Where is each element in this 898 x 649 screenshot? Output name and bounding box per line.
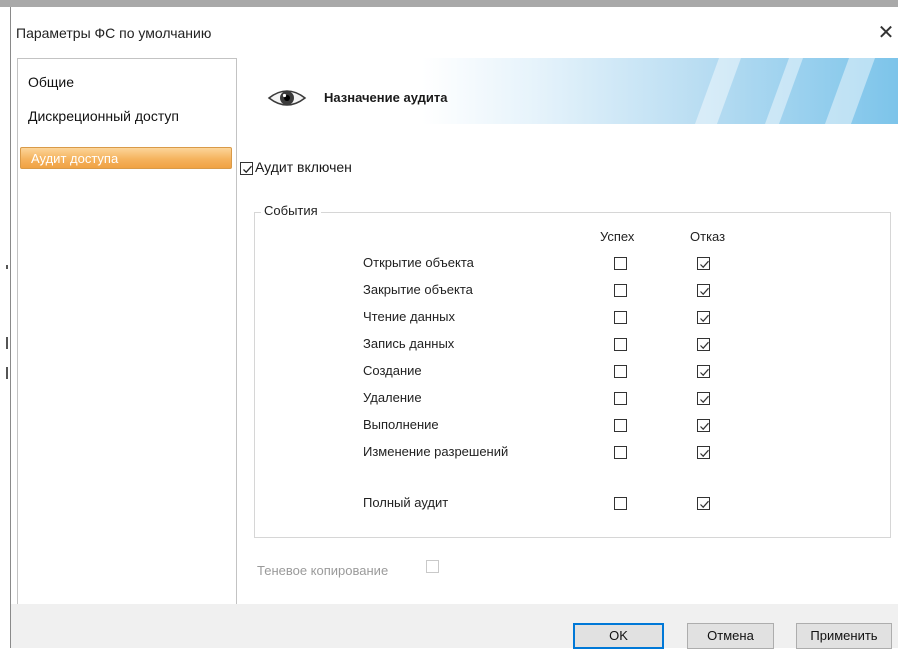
dialog-window: Параметры ФС по умолчанию ✕ Общие Дискре… bbox=[10, 7, 898, 649]
event-failure-checkbox[interactable] bbox=[697, 365, 710, 378]
event-success-checkbox[interactable] bbox=[614, 392, 627, 405]
background-window-edge bbox=[0, 7, 10, 648]
event-success-checkbox[interactable] bbox=[614, 311, 627, 324]
events-group bbox=[254, 212, 891, 538]
sidebar-item-label: Аудит доступа bbox=[31, 151, 119, 166]
event-failure-checkbox[interactable] bbox=[697, 446, 710, 459]
sidebar-item-access-audit[interactable]: Аудит доступа bbox=[20, 147, 232, 169]
window-title: Параметры ФС по умолчанию bbox=[16, 25, 212, 41]
event-success-checkbox[interactable] bbox=[614, 365, 627, 378]
event-success-checkbox[interactable] bbox=[614, 446, 627, 459]
event-label: Создание bbox=[363, 363, 422, 378]
full-audit-success-checkbox[interactable] bbox=[614, 497, 627, 510]
audit-enabled-checkbox[interactable] bbox=[240, 162, 253, 175]
event-failure-checkbox[interactable] bbox=[697, 284, 710, 297]
event-failure-checkbox[interactable] bbox=[697, 338, 710, 351]
event-label: Удаление bbox=[363, 390, 422, 405]
event-success-checkbox[interactable] bbox=[614, 284, 627, 297]
column-failure-header: Отказ bbox=[690, 229, 726, 244]
full-audit-label: Полный аудит bbox=[363, 495, 449, 510]
title-bar: Параметры ФС по умолчанию ✕ bbox=[11, 7, 898, 55]
sidebar-item-label: Дискреционный доступ bbox=[28, 108, 179, 124]
sidebar-item-label: Общие bbox=[28, 74, 75, 90]
sidebar-item-general[interactable]: Общие bbox=[18, 71, 236, 93]
section-banner: Назначение аудита bbox=[237, 58, 898, 124]
event-label: Чтение данных bbox=[363, 309, 456, 324]
column-success-header: Успех bbox=[600, 229, 635, 244]
window-top-border bbox=[0, 0, 898, 7]
banner-title: Назначение аудита bbox=[324, 90, 448, 105]
event-failure-checkbox[interactable] bbox=[697, 311, 710, 324]
event-label: Запись данных bbox=[363, 336, 455, 351]
cancel-button[interactable]: Отмена bbox=[687, 623, 774, 649]
sidebar-item-discretionary-access[interactable]: Дискреционный доступ bbox=[18, 105, 236, 127]
event-label: Закрытие объекта bbox=[363, 282, 473, 297]
close-icon: ✕ bbox=[877, 22, 895, 44]
audit-enabled-label: Аудит включен bbox=[255, 159, 352, 175]
ok-button[interactable]: OK bbox=[573, 623, 664, 649]
close-button[interactable]: ✕ bbox=[873, 19, 898, 47]
eye-icon bbox=[267, 90, 307, 106]
event-label: Изменение разрешений bbox=[363, 444, 509, 459]
event-failure-checkbox[interactable] bbox=[697, 257, 710, 270]
event-label: Выполнение bbox=[363, 417, 439, 432]
event-failure-checkbox[interactable] bbox=[697, 392, 710, 405]
event-label: Открытие объекта bbox=[363, 255, 474, 270]
apply-button[interactable]: Применить bbox=[796, 623, 892, 649]
shadow-copy-label: Теневое копирование bbox=[257, 563, 389, 578]
event-success-checkbox[interactable] bbox=[614, 257, 627, 270]
event-success-checkbox[interactable] bbox=[614, 338, 627, 351]
events-group-title: События bbox=[261, 203, 321, 218]
event-failure-checkbox[interactable] bbox=[697, 419, 710, 432]
event-success-checkbox[interactable] bbox=[614, 419, 627, 432]
full-audit-failure-checkbox[interactable] bbox=[697, 497, 710, 510]
sidebar-nav: Общие Дискреционный доступ Аудит доступа bbox=[17, 58, 237, 606]
shadow-copy-checkbox[interactable] bbox=[426, 560, 439, 573]
